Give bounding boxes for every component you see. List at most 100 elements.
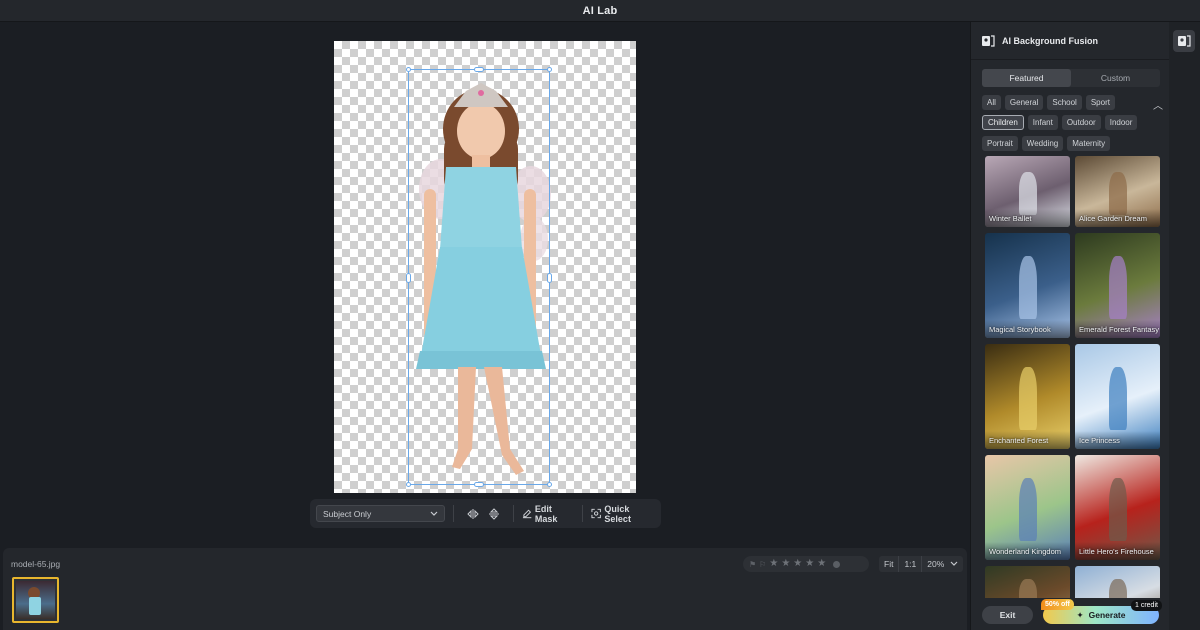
- star-icon[interactable]: ★: [793, 559, 802, 569]
- filter-outdoor[interactable]: Outdoor: [1061, 115, 1101, 130]
- resize-handle-bottom[interactable]: [474, 482, 484, 487]
- filmstrip-panel: model-65.jpg ⚑ ⚐ ★ ★ ★ ★ ★ Fit 1:1 20%: [3, 548, 967, 630]
- preset-grid: Winter Ballet Alice Garden Dream Magical S…: [985, 156, 1161, 618]
- preset-subject-figure: [1019, 256, 1037, 319]
- preset-card[interactable]: Little Hero's Firehouse: [1075, 455, 1160, 560]
- file-name: model-65.jpg: [11, 559, 61, 569]
- preset-subject-figure: [1109, 367, 1127, 430]
- filter-all[interactable]: All: [982, 95, 1001, 110]
- edit-mask-button[interactable]: Edit Mask: [522, 504, 575, 524]
- tab-featured[interactable]: Featured: [982, 69, 1071, 87]
- sparkle-icon: ✦: [1076, 609, 1084, 620]
- preset-card[interactable]: Ice Princess: [1075, 344, 1160, 449]
- image-thumbnail[interactable]: [12, 577, 59, 623]
- resize-handle-left[interactable]: [406, 273, 411, 283]
- background-fusion-icon: [982, 34, 995, 47]
- image-canvas[interactable]: [334, 41, 636, 493]
- pencil-icon: [522, 509, 531, 519]
- quick-select-button[interactable]: Quick Select: [591, 504, 655, 524]
- preset-subject-figure: [1109, 478, 1127, 541]
- window-title: AI Lab: [582, 4, 618, 17]
- preset-label: Enchanted Forest: [989, 436, 1049, 445]
- panel-title: AI Background Fusion: [1002, 35, 1099, 46]
- resize-handle-top-left[interactable]: [406, 67, 411, 72]
- filter-children[interactable]: Children: [982, 115, 1024, 130]
- toolbar-divider: [512, 505, 514, 522]
- filter-maternity[interactable]: Maternity: [1067, 136, 1111, 151]
- preset-subject-figure: [1019, 367, 1037, 430]
- filter-infant[interactable]: Infant: [1027, 115, 1058, 130]
- preset-card[interactable]: Enchanted Forest: [985, 344, 1070, 449]
- star-icon[interactable]: ★: [769, 559, 778, 569]
- flag-reject-icon[interactable]: ⚑: [749, 560, 756, 569]
- preset-card[interactable]: Emerald Forest Fantasy: [1075, 233, 1160, 338]
- ai-background-fusion-panel: AI Background Fusion Featured Custom All…: [970, 22, 1170, 630]
- preset-card[interactable]: Alice Garden Dream: [1075, 156, 1160, 227]
- exit-button[interactable]: Exit: [982, 606, 1033, 624]
- resize-handle-bottom-left[interactable]: [406, 482, 411, 487]
- rating-bar: ⚑ ⚐ ★ ★ ★ ★ ★: [743, 556, 869, 572]
- chevron-up-icon[interactable]: ︿: [1153, 97, 1163, 112]
- filter-school[interactable]: School: [1047, 95, 1082, 110]
- category-filters-row-2: Children Infant Outdoor Indoor: [982, 115, 1138, 130]
- flip-horizontal-icon[interactable]: [466, 507, 479, 521]
- filter-general[interactable]: General: [1004, 95, 1044, 110]
- subject-bounding-box[interactable]: [406, 67, 552, 487]
- category-filters-row-3: Portrait Wedding Maternity: [982, 136, 1111, 151]
- edit-mask-label: Edit Mask: [534, 503, 558, 524]
- resize-handle-top-right[interactable]: [547, 67, 552, 72]
- preset-label: Little Hero's Firehouse: [1079, 547, 1154, 556]
- preset-card[interactable]: Winter Ballet: [985, 156, 1070, 227]
- color-label-icon[interactable]: [833, 560, 841, 568]
- quick-select-icon: [591, 508, 601, 519]
- chevron-down-icon: [431, 511, 438, 516]
- canvas-area: Subject Only Edit Mask Quick Select: [0, 22, 968, 548]
- flag-pick-icon[interactable]: ⚐: [759, 560, 766, 569]
- background-fusion-tool-icon[interactable]: [1173, 30, 1195, 52]
- preset-label: Ice Princess: [1079, 436, 1120, 445]
- resize-handle-bottom-right[interactable]: [547, 482, 552, 487]
- filter-sport[interactable]: Sport: [1085, 95, 1115, 110]
- filter-indoor[interactable]: Indoor: [1104, 115, 1138, 130]
- preset-card[interactable]: Wonderland Kingdom: [985, 455, 1070, 560]
- star-icon[interactable]: ★: [781, 559, 790, 569]
- mask-mode-select[interactable]: Subject Only: [316, 505, 446, 522]
- preset-label: Wonderland Kingdom: [989, 547, 1061, 556]
- resize-handle-top[interactable]: [474, 67, 484, 72]
- panel-footer: Exit ✦ Generate 50% off 1 credit: [971, 598, 1170, 630]
- ai-lab-window: AI Lab Subject Only Edit Mask Quick Sele…: [0, 0, 1200, 630]
- filter-wedding[interactable]: Wedding: [1021, 136, 1064, 151]
- zoom-level-select[interactable]: 20%: [922, 556, 963, 572]
- filter-portrait[interactable]: Portrait: [982, 136, 1018, 151]
- toolbar-divider: [582, 505, 584, 522]
- preset-label: Alice Garden Dream: [1079, 214, 1147, 223]
- flip-vertical-icon[interactable]: [488, 507, 501, 521]
- resize-handle-right[interactable]: [547, 273, 552, 283]
- preset-label: Magical Storybook: [989, 325, 1051, 334]
- mask-mode-value: Subject Only: [323, 508, 372, 519]
- preset-label: Emerald Forest Fantasy: [1079, 325, 1160, 334]
- toolbar-divider: [453, 505, 455, 522]
- title-bar: AI Lab: [0, 0, 1200, 22]
- star-icon[interactable]: ★: [805, 559, 814, 569]
- chevron-down-icon: [950, 561, 958, 566]
- preset-label: Winter Ballet: [989, 214, 1032, 223]
- tab-custom[interactable]: Custom: [1071, 69, 1160, 87]
- tool-strip: [1169, 22, 1200, 630]
- preset-subject-figure: [1019, 478, 1037, 541]
- thumbnail-preview: [16, 581, 55, 619]
- quick-select-label: Quick Select: [604, 503, 631, 524]
- credit-badge: 1 credit: [1131, 600, 1162, 611]
- zoom-fit-button[interactable]: Fit: [879, 556, 900, 572]
- preset-card[interactable]: Magical Storybook: [985, 233, 1070, 338]
- zoom-actual-button[interactable]: 1:1: [899, 556, 923, 572]
- discount-badge: 50% off: [1041, 599, 1074, 610]
- category-filters-row-1: All General School Sport: [982, 95, 1115, 110]
- generate-label: Generate: [1088, 610, 1126, 620]
- zoom-level-value: 20%: [927, 559, 945, 569]
- panel-header: AI Background Fusion: [971, 22, 1170, 60]
- mode-tabs: Featured Custom: [982, 69, 1160, 87]
- zoom-controls: Fit 1:1 20%: [879, 556, 963, 572]
- preset-subject-figure: [1109, 256, 1127, 319]
- star-icon[interactable]: ★: [817, 559, 826, 569]
